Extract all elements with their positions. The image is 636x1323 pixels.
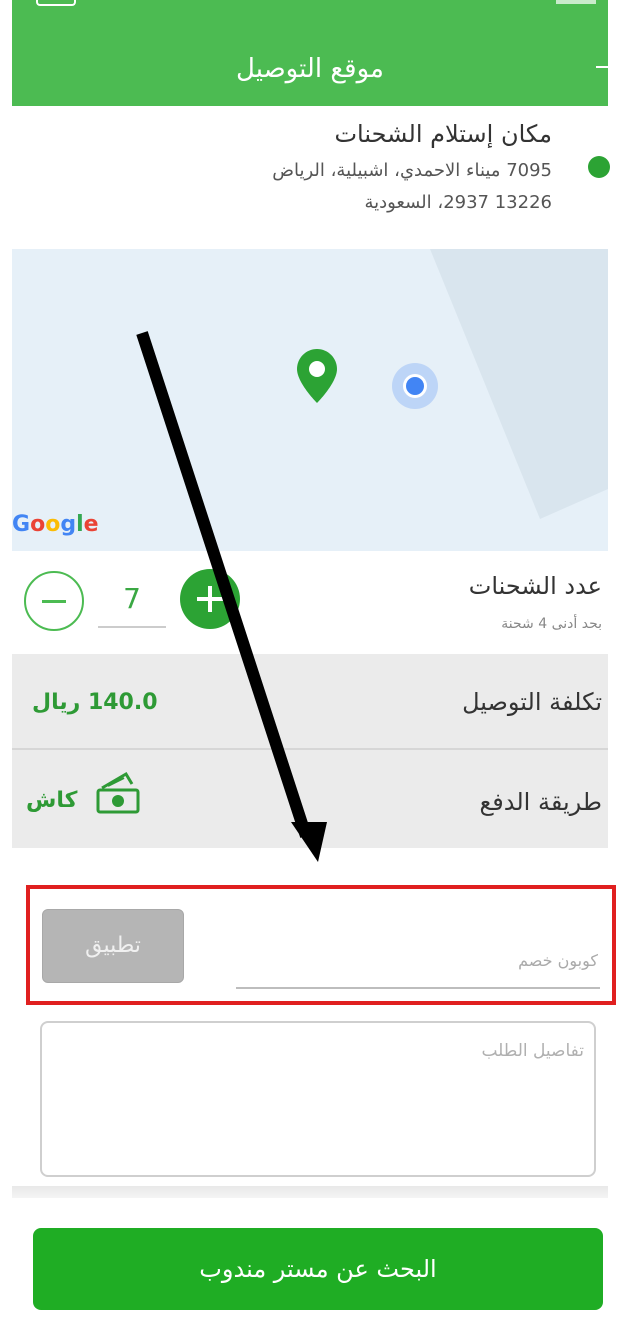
status-icon [36, 0, 76, 6]
cash-icon [96, 771, 140, 814]
increment-button[interactable] [180, 569, 240, 629]
order-details-field[interactable] [40, 1021, 596, 1177]
payment-method-row[interactable]: طريقة الدفع كاش [12, 750, 608, 848]
delivery-cost-value: 140.0 ريال [32, 690, 158, 715]
shipment-count-label: عدد الشحنات [468, 572, 602, 600]
app-header: موقع التوصيل [12, 14, 608, 106]
status-bar [12, 0, 608, 14]
shipment-count-hint: بحد أدنى 4 شحنة [501, 616, 602, 632]
page-title: موقع التوصيل [236, 54, 384, 84]
delivery-screen: موقع التوصيل مكان إستلام الشحنات 7095 مي… [0, 0, 636, 1323]
coupon-input[interactable] [236, 933, 600, 989]
apply-coupon-button[interactable]: تطبيق [42, 909, 184, 983]
status-icon [556, 0, 596, 4]
payment-method-label: طريقة الدفع [479, 788, 602, 816]
map-pin-icon[interactable] [297, 349, 337, 403]
back-icon[interactable] [596, 66, 608, 68]
my-location-icon [392, 363, 438, 409]
payment-method-value: كاش [26, 788, 78, 813]
location-dot-icon [588, 156, 610, 178]
address-line: 13226 2937، السعودية [364, 192, 552, 213]
coupon-section: تطبيق [26, 885, 616, 1005]
search-courier-button[interactable]: البحث عن مستر مندوب [33, 1228, 603, 1310]
decrement-button[interactable] [24, 571, 84, 631]
divider [12, 1186, 608, 1198]
shipment-count-value[interactable]: 7 [98, 570, 166, 628]
google-logo: Google [12, 512, 99, 537]
address-line: 7095 ميناء الاحمدي، اشبيلية، الرياض [272, 160, 552, 181]
delivery-cost-label: تكلفة التوصيل [462, 688, 602, 716]
address-title: مكان إستلام الشحنات [334, 120, 552, 148]
delivery-cost-row: تكلفة التوصيل 140.0 ريال [12, 654, 608, 748]
shipment-count-row: عدد الشحنات بحد أدنى 4 شحنة 7 [12, 552, 608, 652]
map-view[interactable]: Google [12, 249, 608, 551]
